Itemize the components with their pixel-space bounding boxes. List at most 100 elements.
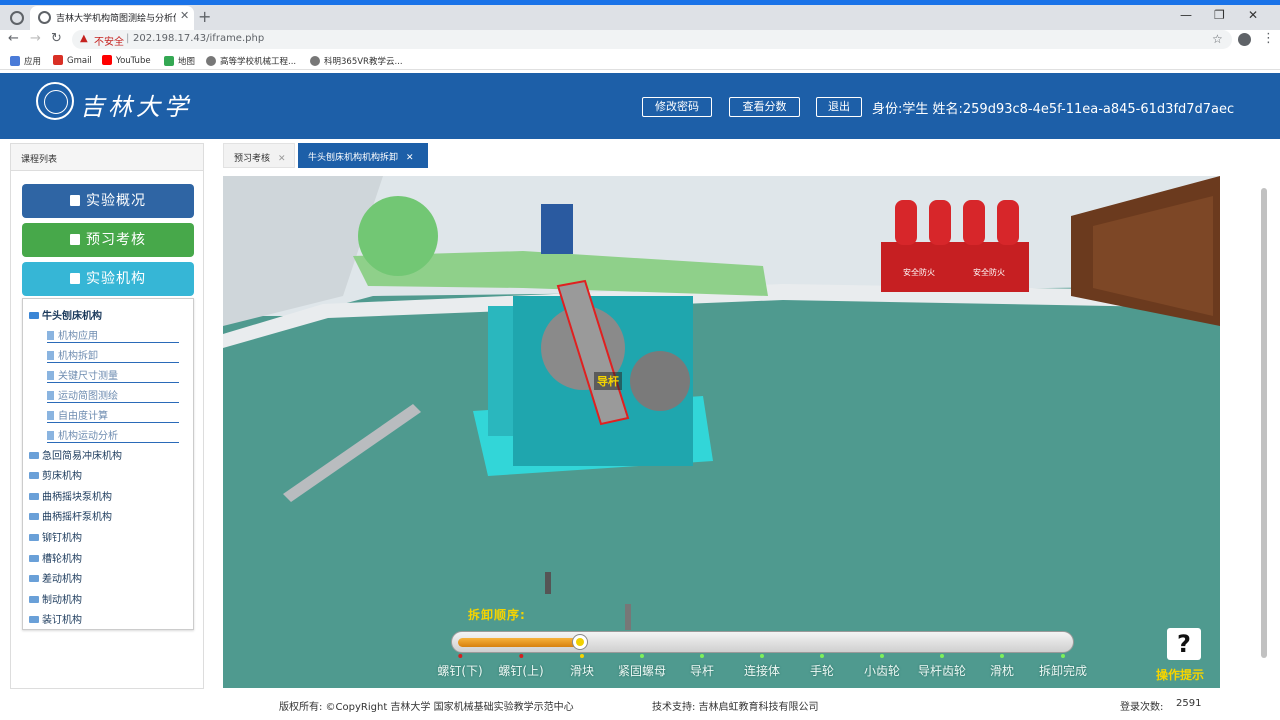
close-tab-icon[interactable]: ✕ <box>180 9 189 22</box>
tree-item-brake[interactable]: 制动机构 <box>29 591 82 606</box>
tree-sub-dimension[interactable]: 关键尺寸测量 <box>47 365 179 383</box>
tree-item-punch[interactable]: 急回简易冲床机构 <box>29 447 122 462</box>
url-text[interactable]: 202.198.17.43/iframe.php <box>133 33 264 44</box>
bookmark-youtube[interactable]: YouTube <box>102 55 151 66</box>
user-identity: 身份:学生 姓名:259d93c8-4e5f-11ea-a845-61d3fd7… <box>872 102 1235 117</box>
bookmark-gmail[interactable]: Gmail <box>53 55 92 66</box>
browser-menu-icon[interactable]: ⋮ <box>1262 31 1275 46</box>
disassembly-step[interactable]: 紧固螺母 <box>618 654 666 679</box>
disassembly-step[interactable]: 螺钉(下) <box>437 654 483 679</box>
folder-icon <box>29 616 39 623</box>
tree-sub-disassembly[interactable]: 机构拆卸 <box>47 345 179 363</box>
browser-tabstrip: 吉林大学机构简图测绘与分析仿真 ✕ + — ❐ ✕ <box>0 0 1280 30</box>
step-label: 螺钉(下) <box>437 664 483 678</box>
step-label: 滑块 <box>569 664 595 678</box>
insecure-label[interactable]: 不安全 <box>94 33 124 48</box>
warning-icon: ▲ <box>80 33 88 44</box>
account-icon[interactable] <box>1238 33 1251 46</box>
tree-sub-motion[interactable]: 机构运动分析 <box>47 425 179 443</box>
tab-shaper-disassembly[interactable]: 牛头刨床机构机构拆卸 ✕ <box>298 143 428 168</box>
logout-button[interactable]: 退出 <box>816 97 862 117</box>
simulation-viewport[interactable]: 安全防火 安全防火 导杆 拆卸顺序: 螺钉(下) 螺钉(上) 滑块 紧固螺母 导杆 连接体… <box>223 176 1220 688</box>
forward-icon[interactable]: → <box>30 31 41 46</box>
disassembly-step[interactable]: 小齿轮 <box>864 654 900 679</box>
step-label: 导杆 <box>689 664 715 678</box>
tree-item-shear[interactable]: 剪床机构 <box>29 467 82 482</box>
omnibox-separator: | <box>126 33 130 44</box>
document-icon <box>47 411 54 420</box>
bookmark-maps[interactable]: 地图 <box>164 55 195 67</box>
part-label-guide-bar: 导杆 <box>594 372 622 390</box>
slider-knob[interactable] <box>572 634 588 650</box>
close-tab-icon[interactable]: ✕ <box>406 153 414 163</box>
tab-preview-quiz[interactable]: 预习考核 ✕ <box>223 143 295 168</box>
help-button[interactable]: ? <box>1167 628 1201 660</box>
copyright-text: 版权所有: ©CopyRight 吉林大学 国家机械基础实验教学示范中心 <box>279 702 574 713</box>
bookmark-apps[interactable]: 应用 <box>10 55 41 67</box>
page-scrollbar[interactable] <box>1260 176 1268 676</box>
bookmark-mech-engineering[interactable]: 高等学校机械工程... <box>206 55 296 67</box>
tree-sub-application[interactable]: 机构应用 <box>47 325 179 343</box>
tree-item-rocker-pump[interactable]: 曲柄摇杆泵机构 <box>29 508 112 523</box>
disassembly-step[interactable]: 滑块 <box>570 654 594 679</box>
document-icon <box>47 391 54 400</box>
tree-item-rocker-block-pump[interactable]: 曲柄摇块泵机构 <box>29 488 112 503</box>
browser-tab[interactable]: 吉林大学机构简图测绘与分析仿真 ✕ <box>30 6 194 30</box>
disassembly-step[interactable]: 手轮 <box>810 654 834 679</box>
edit-icon <box>70 234 80 245</box>
book-icon <box>70 195 80 206</box>
bookmarks-bar: 应用 Gmail YouTube 地图 高等学校机械工程... 科明365VR教… <box>0 52 1280 70</box>
step-status-dot <box>579 654 584 658</box>
step-status-dot <box>639 654 644 658</box>
minimize-icon[interactable]: — <box>1180 8 1192 22</box>
scrollbar-thumb[interactable] <box>1261 188 1267 658</box>
bookmark-vr-cloud[interactable]: 科明365VR教学云... <box>310 55 403 67</box>
omnibox[interactable]: ▲ 不安全 | 202.198.17.43/iframe.php <box>72 30 1232 49</box>
tree-item-shaper[interactable]: 牛头刨床机构 <box>29 307 102 322</box>
step-status-dot <box>699 654 704 658</box>
disassembly-step[interactable]: 导杆 <box>690 654 714 679</box>
help-label[interactable]: 操作提示 <box>1156 666 1204 683</box>
experiment-mechanism-button[interactable]: 实验机构 <box>22 262 194 296</box>
close-window-icon[interactable]: ✕ <box>1248 8 1258 22</box>
folder-open-icon <box>29 312 39 319</box>
window-menu-icon[interactable] <box>10 11 24 25</box>
disassembly-step[interactable]: 滑枕 <box>990 654 1014 679</box>
tree-sub-sketch[interactable]: 运动简图测绘 <box>47 385 179 403</box>
step-label: 连接体 <box>743 664 781 678</box>
folder-icon <box>29 493 39 500</box>
change-password-button[interactable]: 修改密码 <box>642 97 712 117</box>
disassembly-step[interactable]: 拆卸完成 <box>1039 654 1087 679</box>
folder-icon <box>29 513 39 520</box>
reload-icon[interactable]: ↻ <box>51 31 62 46</box>
preview-quiz-button[interactable]: 预习考核 <box>22 223 194 257</box>
disassembly-step[interactable]: 螺钉(上) <box>498 654 544 679</box>
slider-fill <box>458 638 580 647</box>
extinguisher-label-right: 安全防火 <box>973 267 1005 277</box>
disassembly-progress-slider[interactable] <box>451 631 1074 653</box>
tree-item-rivet[interactable]: 铆钉机构 <box>29 529 82 544</box>
document-icon <box>47 331 54 340</box>
tree-item-differential[interactable]: 差动机构 <box>29 570 82 585</box>
tree-sub-dof[interactable]: 自由度计算 <box>47 405 179 423</box>
step-status-dot <box>1060 654 1065 658</box>
back-icon[interactable]: ← <box>8 31 19 46</box>
scene-graphic: 安全防火 安全防火 <box>223 176 1220 688</box>
disassembly-step[interactable]: 连接体 <box>744 654 780 679</box>
view-score-button[interactable]: 查看分数 <box>729 97 800 117</box>
tree-item-binding[interactable]: 装订机构 <box>29 611 82 626</box>
close-tab-icon[interactable]: ✕ <box>278 154 286 164</box>
sidebar-title: 课程列表 <box>11 144 203 171</box>
bookmark-star-icon[interactable]: ☆ <box>1212 32 1223 46</box>
folder-icon <box>29 452 39 459</box>
disassembly-step[interactable]: 导杆齿轮 <box>918 654 966 679</box>
folder-icon <box>29 534 39 541</box>
tree-item-geneva[interactable]: 槽轮机构 <box>29 550 82 565</box>
new-tab-button[interactable]: + <box>198 7 211 26</box>
globe-icon <box>206 56 216 66</box>
gmail-icon <box>53 55 63 65</box>
globe-icon <box>38 11 51 24</box>
mechanism-tree: 牛头刨床机构 机构应用 机构拆卸 关键尺寸测量 运动简图测绘 自由度计算 机构运… <box>22 298 194 630</box>
restore-icon[interactable]: ❐ <box>1214 8 1225 22</box>
experiment-overview-button[interactable]: 实验概况 <box>22 184 194 218</box>
